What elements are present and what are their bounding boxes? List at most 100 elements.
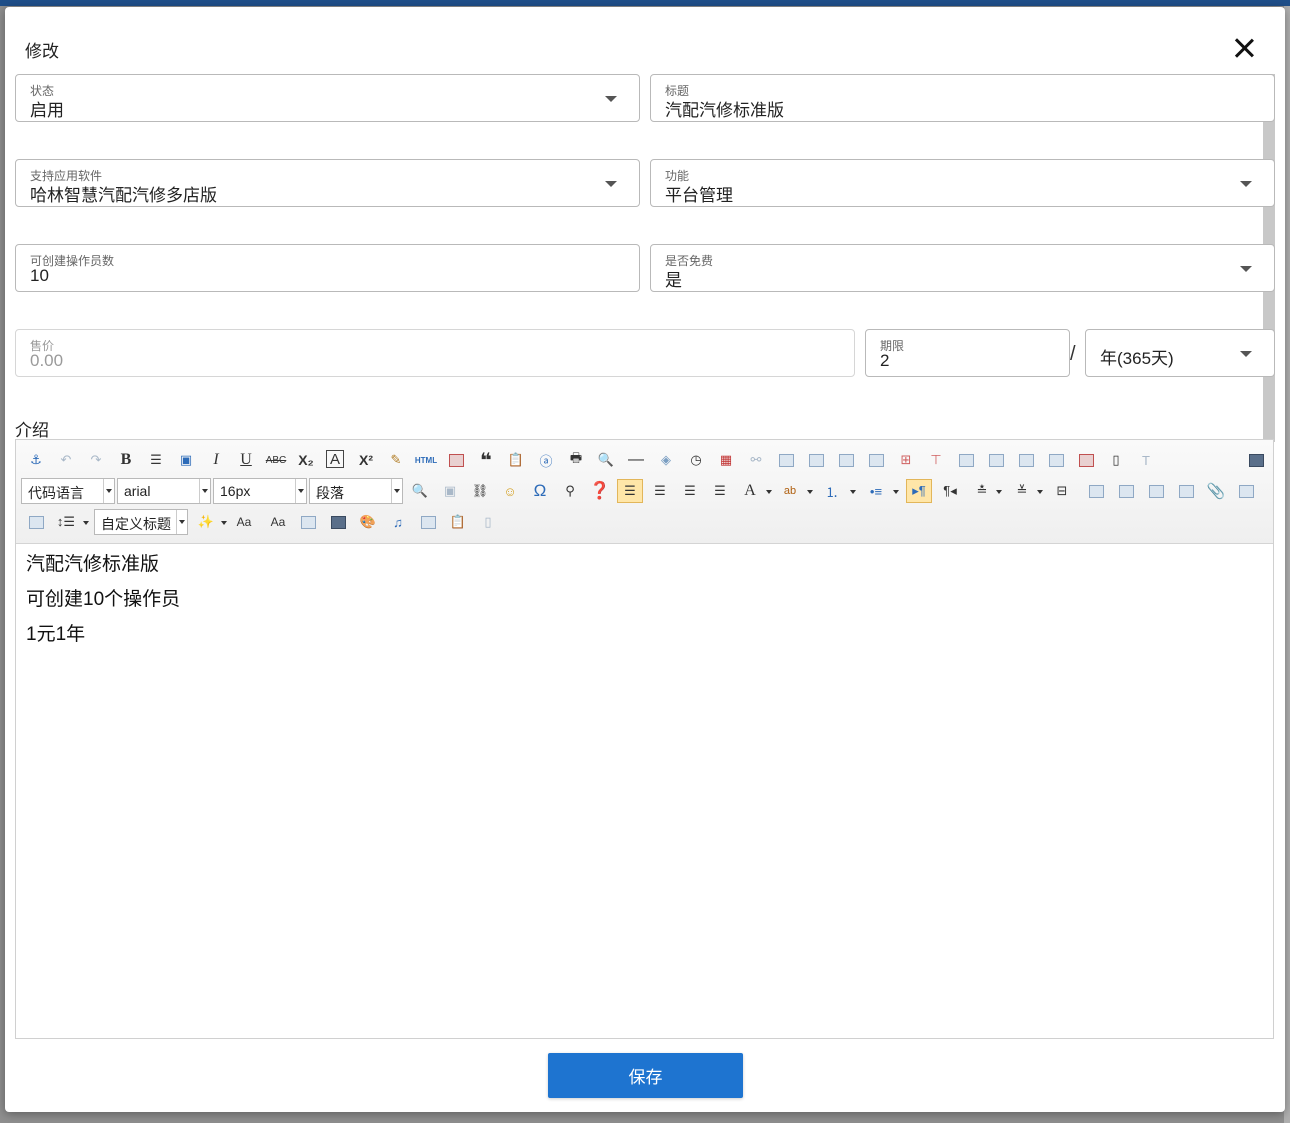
close-icon[interactable] xyxy=(1231,35,1257,61)
table-title-icon[interactable]: T xyxy=(1136,450,1156,470)
insert-col-icon[interactable] xyxy=(806,450,826,470)
image-scale-icon[interactable]: ▣ xyxy=(440,481,460,501)
period-field[interactable]: 期限 2 xyxy=(865,329,1070,377)
chevron-down-icon xyxy=(176,510,187,534)
rtl-icon[interactable]: ¶◂ xyxy=(940,481,960,501)
paragraph-value: 段落 xyxy=(316,485,344,501)
insert-row-icon[interactable] xyxy=(836,450,856,470)
word-import-icon[interactable] xyxy=(26,512,46,532)
align-center-icon[interactable]: ☰ xyxy=(680,481,700,501)
anchor-icon[interactable]: ⚓ xyxy=(26,450,46,470)
chevron-down-icon xyxy=(1240,351,1252,357)
paragraph-select[interactable]: 段落 xyxy=(309,478,403,504)
rich-text-editor[interactable]: ⚓ ↶ ↷ B ☰ ▣ I U ABC X₂ A X² ✎ HTML ❝ 📋 ⓐ… xyxy=(15,439,1274,1039)
image-left-icon[interactable] xyxy=(1116,481,1136,501)
insert-frame-icon[interactable]: ⊟ xyxy=(1052,481,1072,501)
image-none-icon[interactable] xyxy=(1086,481,1106,501)
save-button[interactable]: 保存 xyxy=(548,1053,743,1098)
period-unit-select[interactable]: 年(365天) xyxy=(1085,329,1275,377)
horizontal-rule-icon[interactable]: — xyxy=(626,450,646,470)
title-field[interactable]: 标题 汽配汽修标准版 xyxy=(650,74,1275,122)
to-lowercase-icon[interactable]: Aa xyxy=(234,512,254,532)
print-icon[interactable]: 🖶 xyxy=(566,450,586,470)
font-color-icon[interactable]: A xyxy=(740,481,760,501)
strikethrough-icon[interactable]: ABC xyxy=(266,450,287,470)
eraser-icon[interactable]: ◈ xyxy=(656,450,676,470)
link-icon[interactable]: ⛓ xyxy=(470,481,490,501)
date-icon[interactable]: ▦ xyxy=(716,450,736,470)
redo-icon[interactable]: ↷ xyxy=(86,450,106,470)
help-icon[interactable]: ❓ xyxy=(589,481,610,501)
split-rows-icon[interactable] xyxy=(956,450,976,470)
undo-icon[interactable]: ↶ xyxy=(56,450,76,470)
row-spacing-top-icon[interactable]: ≛ xyxy=(972,481,992,501)
chevron-down-icon xyxy=(605,181,617,187)
align-left-icon[interactable]: ☰ xyxy=(617,479,643,503)
music-icon[interactable]: ♫ xyxy=(388,512,408,532)
software-select[interactable]: 支持应用软件 哈林智慧汽配汽修多店版 xyxy=(15,159,640,207)
special-text-icon[interactable]: ⓐ xyxy=(536,450,556,470)
split-cells-icon[interactable] xyxy=(1016,450,1036,470)
paste-icon[interactable]: 📋 xyxy=(448,512,468,532)
emotion-icon[interactable]: ☺ xyxy=(500,481,520,501)
merge-down-icon[interactable]: ⊤ xyxy=(926,450,946,470)
merge-right-icon[interactable]: ⊞ xyxy=(896,450,916,470)
unordered-list-icon[interactable]: •≡ xyxy=(866,481,886,501)
image-center-icon[interactable] xyxy=(1176,481,1196,501)
template-icon[interactable] xyxy=(328,512,348,532)
row-spacing-bottom-icon[interactable]: ≚ xyxy=(1012,481,1032,501)
page-break-icon[interactable]: ▯ xyxy=(1106,450,1126,470)
align-justify-icon[interactable]: ☰ xyxy=(710,481,730,501)
paste-text-icon[interactable]: 📋 xyxy=(506,450,526,470)
is-free-select[interactable]: 是否免费 是 xyxy=(650,244,1275,292)
blockquote-icon[interactable]: ❝ xyxy=(476,450,496,472)
background-icon[interactable]: 🎨 xyxy=(358,512,378,532)
superscript-icon[interactable]: X² xyxy=(356,450,376,470)
preview-icon[interactable]: 🔍 xyxy=(596,450,616,470)
insert-row-above-icon[interactable] xyxy=(776,450,796,470)
to-uppercase-icon[interactable]: Aa xyxy=(268,512,288,532)
status-select[interactable]: 状态 启用 xyxy=(15,74,640,122)
operators-field[interactable]: 可创建操作员数 10 xyxy=(15,244,640,292)
unlink-icon[interactable]: ⚯ xyxy=(746,450,766,470)
italic-icon[interactable]: I xyxy=(206,450,226,470)
fullscreen-icon[interactable] xyxy=(1246,450,1266,470)
chevron-down-icon xyxy=(807,490,813,494)
align-right-icon[interactable]: ☰ xyxy=(650,481,670,501)
ltr-icon[interactable]: ▸¶ xyxy=(906,479,932,503)
subscript-icon[interactable]: X₂ xyxy=(296,450,316,470)
delete-table-icon[interactable] xyxy=(1046,450,1066,470)
highlight-icon[interactable]: ab xyxy=(780,481,800,501)
ordered-list-icon[interactable]: ⒈ xyxy=(822,481,842,501)
code-language-select[interactable]: 代码语言 xyxy=(21,478,115,504)
multi-image-icon[interactable] xyxy=(298,512,318,532)
image-right-icon[interactable] xyxy=(1146,481,1166,501)
search-replace-icon[interactable]: 🔍 xyxy=(410,481,430,501)
draft-icon[interactable]: ▯ xyxy=(478,512,498,532)
magic-wand-icon[interactable]: ✨ xyxy=(196,512,216,532)
format-painter-icon[interactable]: ✎ xyxy=(386,450,406,470)
function-select[interactable]: 功能 平台管理 xyxy=(650,159,1275,207)
line-height-icon[interactable]: ↕☰ xyxy=(56,512,76,532)
find-icon[interactable]: ⚲ xyxy=(560,481,580,501)
font-family-select[interactable]: arial xyxy=(117,478,211,504)
font-border-icon[interactable]: A xyxy=(326,450,344,468)
split-cols-icon[interactable] xyxy=(986,450,1006,470)
word-image-icon[interactable] xyxy=(1236,481,1256,501)
delete-cell-icon[interactable] xyxy=(1076,450,1096,470)
bold-icon[interactable]: B xyxy=(116,450,136,470)
insert-table-icon[interactable] xyxy=(418,512,438,532)
delete-row-icon[interactable] xyxy=(866,450,886,470)
underline-icon[interactable]: U xyxy=(236,450,256,470)
custom-heading-select[interactable]: 自定义标题 xyxy=(94,509,188,535)
special-char-icon[interactable]: Ω xyxy=(530,481,550,501)
image-edit-icon[interactable]: ▣ xyxy=(176,450,196,470)
font-size-select[interactable]: 16px xyxy=(213,478,307,504)
indent-icon[interactable]: ☰ xyxy=(146,450,166,470)
image-icon[interactable] xyxy=(446,450,466,470)
attachment-icon[interactable]: 📎 xyxy=(1206,481,1226,501)
time-icon[interactable]: ◷ xyxy=(686,450,706,470)
html-icon[interactable]: HTML xyxy=(415,450,437,470)
editor-content[interactable]: 汽配汽修标准版 可创建10个操作员 1元1年 xyxy=(26,553,180,658)
chevron-down-icon xyxy=(221,521,227,525)
